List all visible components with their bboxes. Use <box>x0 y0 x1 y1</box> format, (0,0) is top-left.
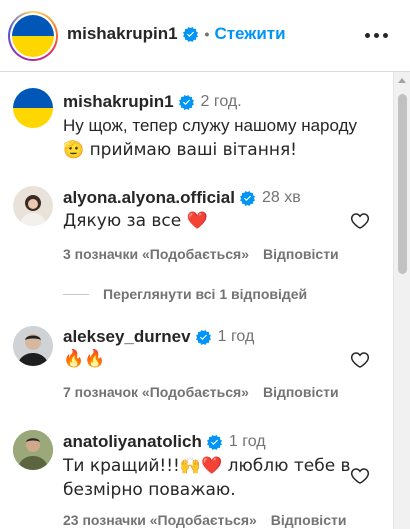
caption-line-2: 🫡 приймаю ваші вітання! <box>63 140 297 160</box>
scrollbar-thumb[interactable] <box>398 94 407 274</box>
caption-avatar[interactable] <box>13 88 53 128</box>
comment-text: Дякую за все ❤️ <box>63 211 208 231</box>
comment-line-1: Ти кращий!!!🙌❤️ люблю тебе в <box>63 456 351 476</box>
replies-divider-line <box>63 293 89 295</box>
comment-meta: 23 позначки «Подобається» Відповісти <box>63 512 346 528</box>
comment-username[interactable]: aleksey_durnev <box>63 327 191 347</box>
verified-badge-icon <box>195 329 211 345</box>
comment-time[interactable]: 28 хв <box>262 189 301 207</box>
caption-username[interactable]: mishakrupin1 <box>63 92 174 112</box>
commenter-avatar[interactable] <box>13 326 53 366</box>
scroll-up-arrow-icon[interactable] <box>398 78 406 83</box>
separator-dot: • <box>204 26 210 42</box>
commenter-avatar[interactable] <box>13 186 53 226</box>
like-heart-icon[interactable] <box>350 211 370 231</box>
ukraine-flag-image <box>12 15 54 57</box>
likes-count[interactable]: 7 позначок «Подобається» <box>63 384 249 400</box>
verified-badge-icon <box>206 434 222 450</box>
comment-username[interactable]: anatoliyanatolich <box>63 432 202 452</box>
view-replies-label[interactable]: Переглянути всі 1 відповідей <box>103 286 307 302</box>
verified-badge-icon <box>182 26 198 42</box>
likes-count[interactable]: 3 позначки «Подобається» <box>63 246 249 262</box>
likes-count[interactable]: 23 позначки «Подобається» <box>63 512 257 528</box>
profile-avatar[interactable] <box>8 11 58 61</box>
reply-button[interactable]: Відповісти <box>271 512 347 528</box>
comment-line-2: безмірно поважаю. <box>63 480 236 500</box>
caption-text: Ну щож, тепер служу нашому народу 🫡 прий… <box>63 114 357 162</box>
more-options-icon[interactable] <box>365 33 388 38</box>
comment-text: 🔥🔥 <box>63 349 106 369</box>
reply-button[interactable]: Відповісти <box>263 384 339 400</box>
comment-username[interactable]: alyona.alyona.official <box>63 188 235 208</box>
like-heart-icon[interactable] <box>350 466 370 486</box>
caption-line-1: Ну щож, тепер служу нашому народу <box>63 116 357 135</box>
like-heart-icon[interactable] <box>350 350 370 370</box>
scrollbar[interactable] <box>393 72 410 529</box>
follow-button[interactable]: Стежити <box>214 24 285 44</box>
header-username[interactable]: mishakrupin1 <box>67 24 178 44</box>
view-replies-button[interactable]: Переглянути всі 1 відповідей <box>63 286 307 302</box>
caption-time[interactable]: 2 год. <box>201 93 242 111</box>
comment-time[interactable]: 1 год <box>218 328 255 346</box>
verified-badge-icon <box>178 94 194 110</box>
comment-text: Ти кращий!!!🙌❤️ люблю тебе в безмірно по… <box>63 454 351 502</box>
post-header: mishakrupin1 • Стежити <box>0 0 410 72</box>
commenter-avatar[interactable] <box>13 430 53 470</box>
reply-button[interactable]: Відповісти <box>263 246 339 262</box>
comment-meta: 7 позначок «Подобається» Відповісти <box>63 384 339 400</box>
verified-badge-icon <box>239 190 255 206</box>
comment-time[interactable]: 1 год <box>229 433 266 451</box>
comment-meta: 3 позначки «Подобається» Відповісти <box>63 246 339 262</box>
